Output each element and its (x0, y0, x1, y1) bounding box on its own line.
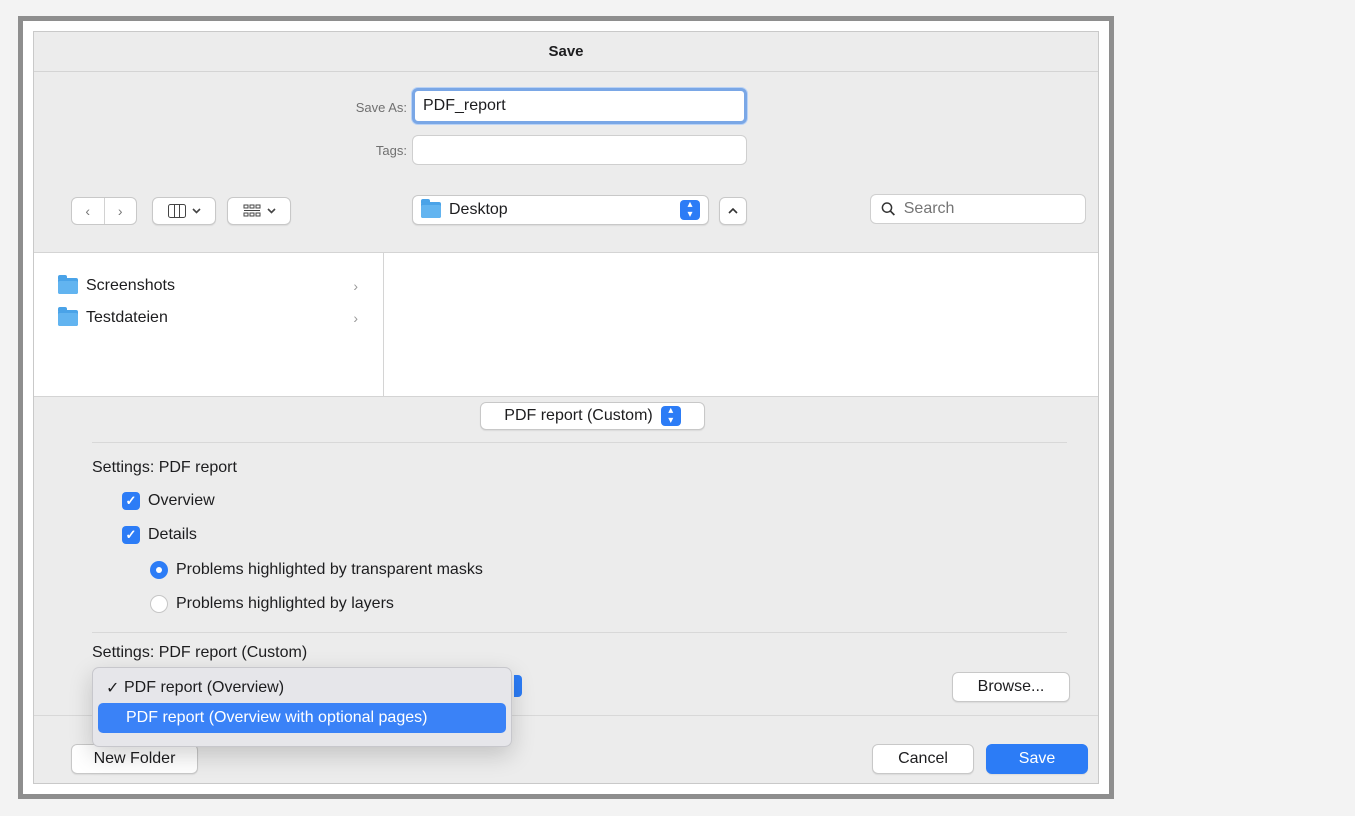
checkmark-icon: ✓ (122, 526, 140, 544)
file-browser: Screenshots › Testdateien › (34, 252, 1098, 397)
chevron-down-icon (266, 208, 276, 214)
template-popup-edge[interactable] (514, 675, 522, 697)
tags-label: Tags: (375, 143, 407, 158)
save-as-field[interactable] (412, 88, 747, 124)
popup-stepper-icon: ▴ ▾ (660, 406, 681, 426)
format-label: PDF report (Custom) (504, 407, 653, 424)
radio-transparent-masks[interactable]: Problems highlighted by transparent mask… (150, 561, 483, 579)
chevron-left-icon[interactable]: ‹ (72, 198, 104, 224)
template-dropdown-menu: ✓ PDF report (Overview) PDF report (Over… (92, 667, 512, 747)
browse-button[interactable]: Browse... (952, 672, 1070, 702)
menu-item-overview[interactable]: ✓ PDF report (Overview) (98, 673, 506, 703)
group-button[interactable] (227, 197, 291, 225)
settings-title: Settings: PDF report (92, 459, 237, 476)
folder-icon (421, 199, 441, 218)
location-popup[interactable]: Desktop ▴ ▾ (412, 195, 709, 225)
menu-item-label: PDF report (Overview) (124, 679, 285, 696)
list-item[interactable]: Testdateien › (58, 305, 368, 331)
expand-collapse-button[interactable] (719, 197, 747, 225)
item-label: Screenshots (86, 277, 175, 294)
menu-item-overview-optional[interactable]: PDF report (Overview with optional pages… (98, 703, 506, 733)
popup-stepper-icon: ▴ ▾ (680, 200, 700, 220)
tags-input[interactable] (413, 136, 746, 164)
chevron-right-icon[interactable]: › (103, 198, 137, 224)
tags-field[interactable] (412, 135, 747, 165)
custom-settings-title: Settings: PDF report (Custom) (92, 644, 308, 661)
save-as-input[interactable] (415, 91, 744, 121)
menu-item-label: PDF report (Overview with optional pages… (126, 709, 428, 726)
format-popup[interactable]: PDF report (Custom) ▴ ▾ (480, 402, 705, 430)
radio-label: Problems highlighted by layers (176, 595, 394, 612)
divider (92, 442, 1067, 443)
folder-icon (58, 307, 78, 326)
browser-column: Screenshots › Testdateien › (34, 253, 384, 396)
radio-selected-icon (150, 561, 168, 579)
cancel-button[interactable]: Cancel (872, 744, 974, 774)
location-label: Desktop (449, 201, 508, 218)
grid-icon (243, 204, 260, 217)
checkmark-icon: ✓ (106, 680, 120, 697)
list-item[interactable]: Screenshots › (58, 273, 368, 299)
item-label: Testdateien (86, 309, 168, 326)
screenshot-frame: Save Save As: Tags: ‹ › De (18, 16, 1114, 799)
radio-layers[interactable]: Problems highlighted by layers (150, 595, 394, 613)
radio-label: Problems highlighted by transparent mask… (176, 561, 483, 578)
chevron-right-icon: › (353, 310, 358, 326)
search-icon (881, 202, 895, 216)
overview-label: Overview (148, 492, 215, 509)
checkmark-icon: ✓ (122, 492, 140, 510)
save-dialog: Save Save As: Tags: ‹ › De (33, 31, 1099, 784)
dialog-title: Save (34, 32, 1098, 72)
search-input[interactable] (895, 195, 1085, 223)
save-as-label: Save As: (355, 100, 407, 115)
search-field[interactable] (870, 194, 1086, 224)
save-button[interactable]: Save (986, 744, 1088, 774)
details-checkbox[interactable]: ✓ Details (122, 526, 197, 544)
overview-checkbox[interactable]: ✓ Overview (122, 492, 215, 510)
radio-unselected-icon (150, 595, 168, 613)
chevron-down-icon (191, 208, 201, 214)
details-label: Details (148, 526, 197, 543)
chevron-up-icon (728, 208, 738, 214)
folder-icon (58, 275, 78, 294)
divider (92, 632, 1067, 633)
chevron-right-icon: › (353, 278, 358, 294)
view-mode-button[interactable] (152, 197, 216, 225)
columns-icon (167, 204, 186, 218)
back-forward-control[interactable]: ‹ › (71, 197, 137, 225)
new-folder-button[interactable]: New Folder (71, 744, 198, 774)
